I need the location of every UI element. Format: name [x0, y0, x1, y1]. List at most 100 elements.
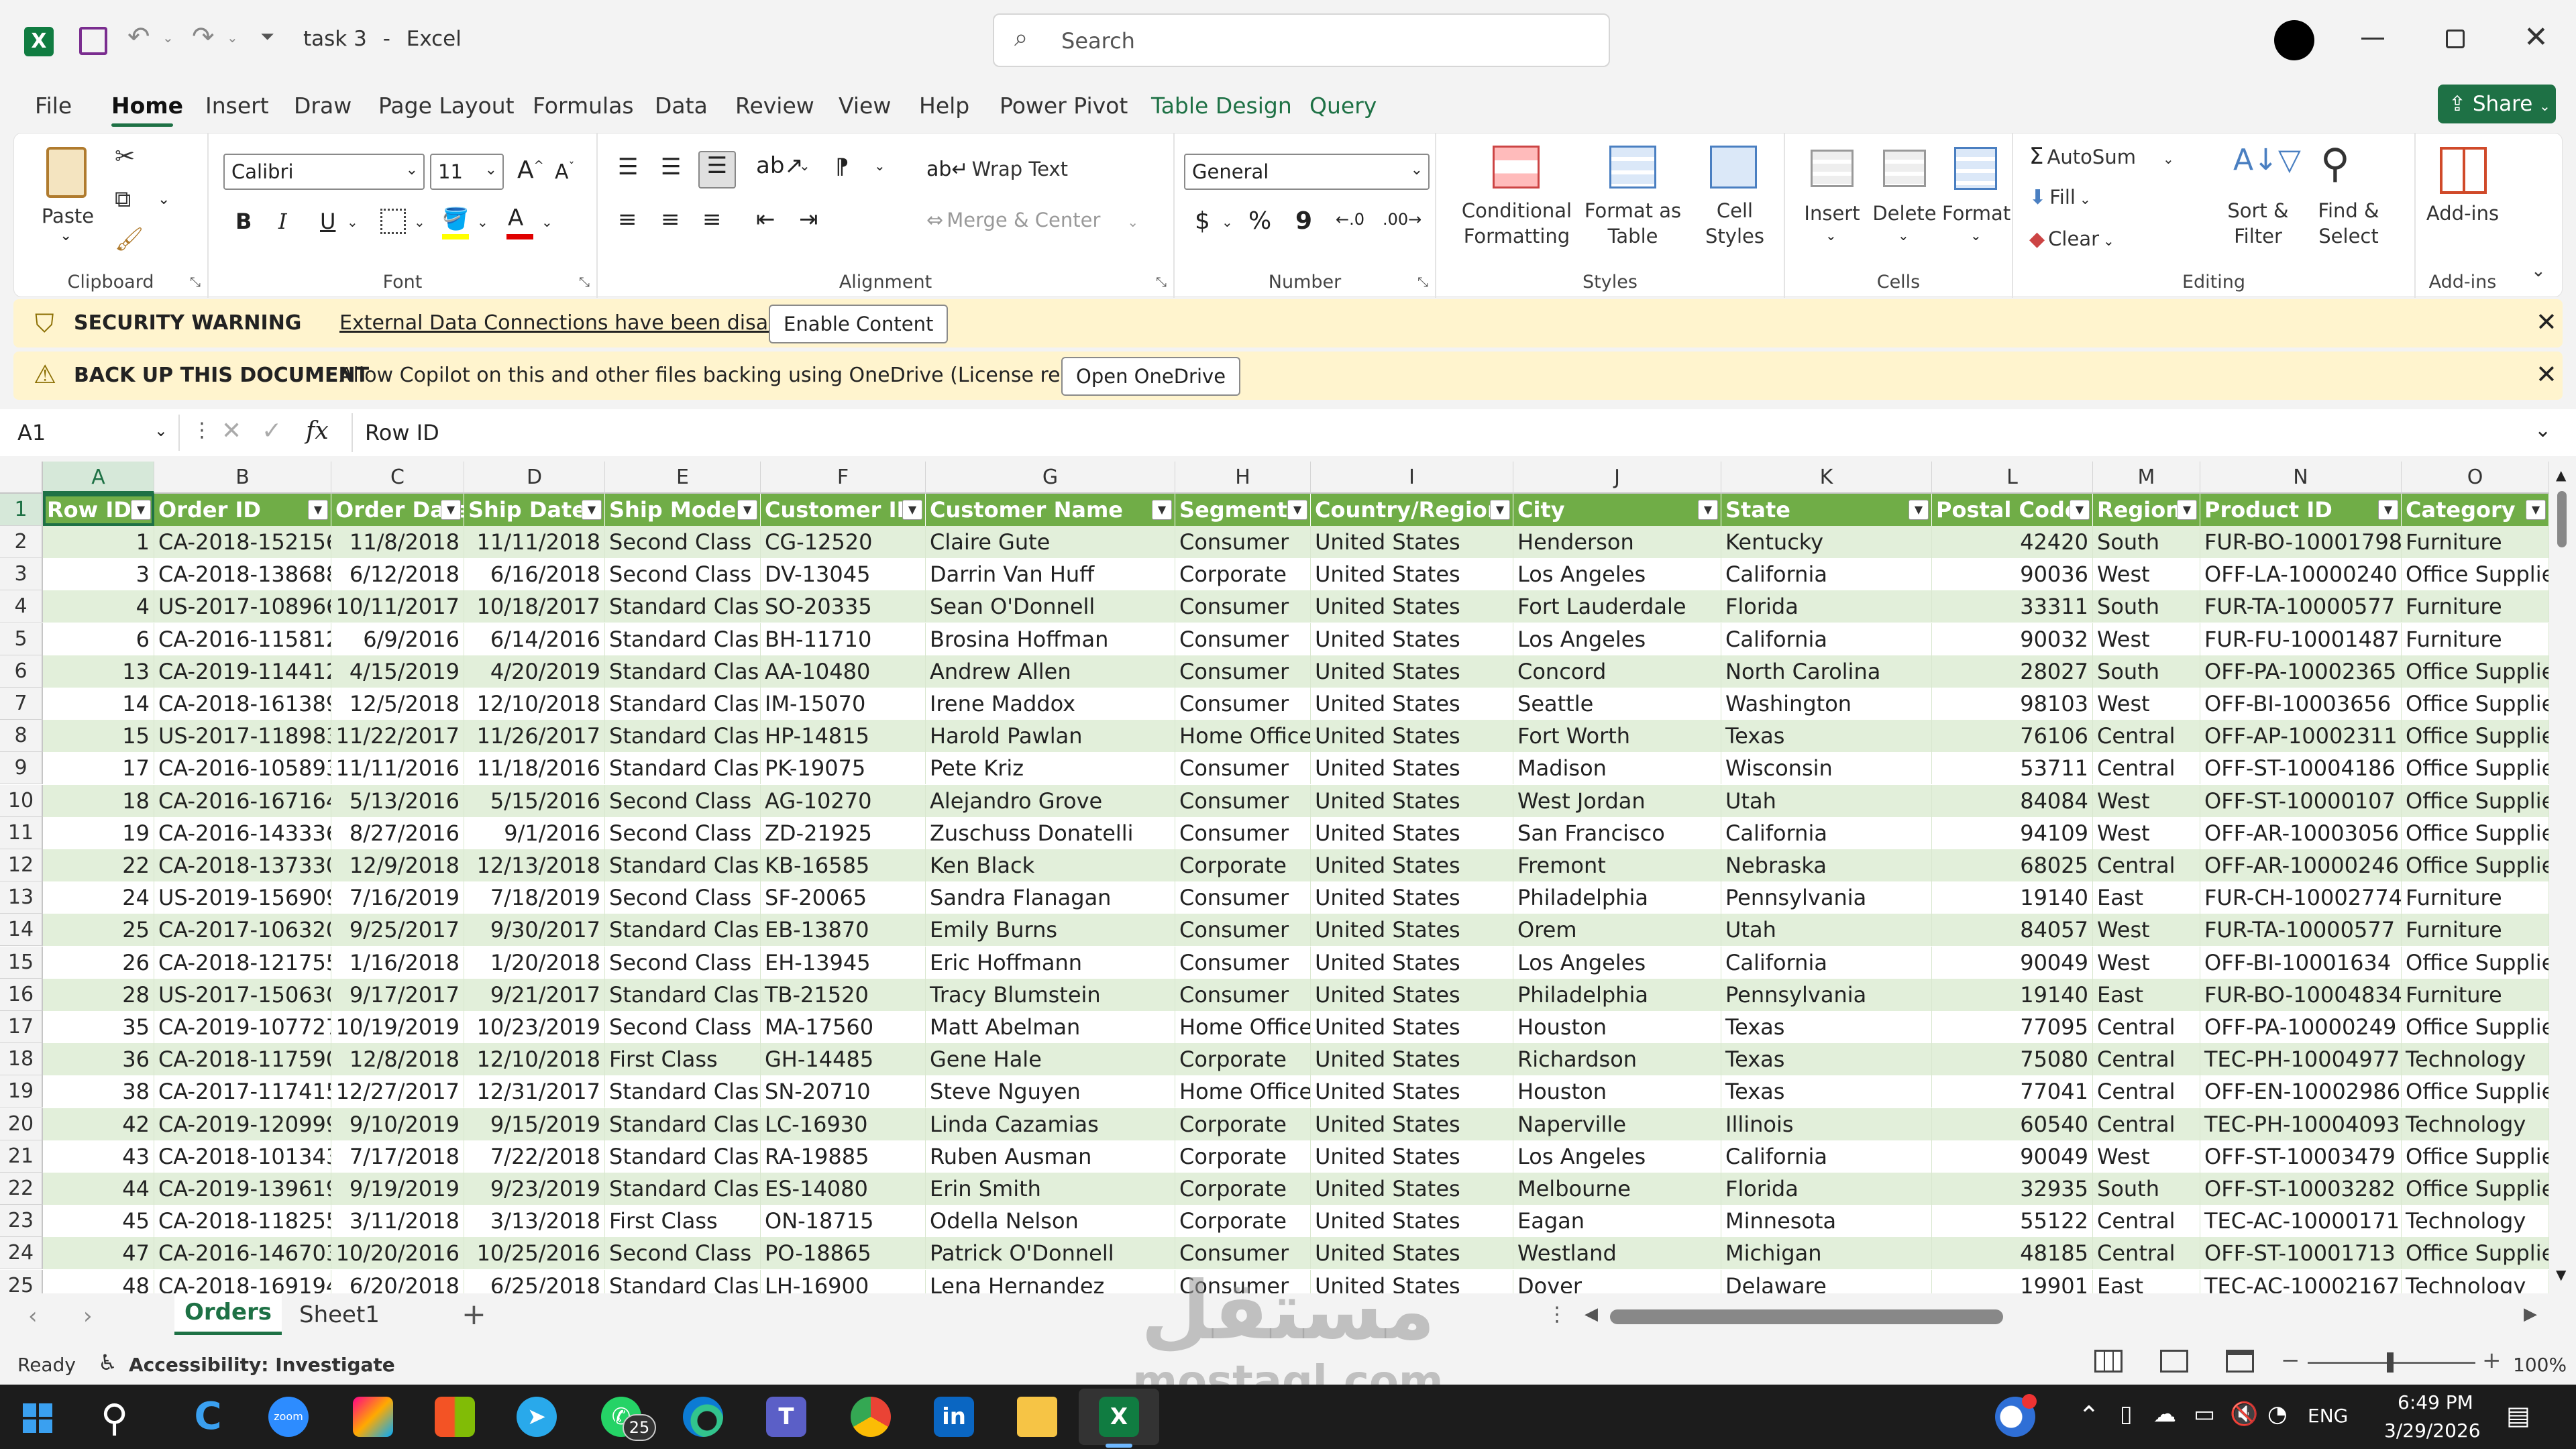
enable-content-button[interactable]: Enable Content [769, 305, 949, 343]
table-cell[interactable]: 60540 [1932, 1108, 2093, 1140]
insert-cells-label[interactable]: Insert [1799, 201, 1866, 226]
table-cell[interactable]: Pete Kriz [926, 752, 1175, 785]
row-number[interactable]: 19 [0, 1075, 43, 1108]
table-cell[interactable]: 3 [43, 558, 154, 591]
table-cell[interactable]: CA-2018-161389 [154, 688, 331, 720]
table-cell[interactable]: Philadelphia [1513, 881, 1721, 914]
table-cell[interactable]: Standard Class [605, 1108, 761, 1140]
linkedin-icon[interactable]: in [934, 1397, 974, 1437]
bold-button[interactable]: B [235, 209, 252, 234]
table-cell[interactable]: 5/15/2016 [464, 784, 605, 817]
table-cell[interactable]: Texas [1721, 1043, 1932, 1076]
table-cell[interactable]: CA-2019-120999 [154, 1108, 331, 1140]
table-cell[interactable]: 11/11/2016 [331, 752, 464, 785]
table-cell[interactable]: Consumer [1175, 914, 1311, 947]
currency-button[interactable]: $ [1195, 207, 1210, 235]
format-cells-label[interactable]: Format [1942, 201, 2010, 226]
table-cell[interactable]: Central [2093, 720, 2200, 753]
table-cell[interactable]: Standard Class [605, 623, 761, 655]
table-cell[interactable]: United States [1311, 1140, 1513, 1173]
table-cell[interactable]: Office Supplies [2402, 1011, 2549, 1043]
table-header-cell[interactable]: City ▼ [1513, 494, 1721, 526]
table-cell[interactable]: 48 [43, 1269, 154, 1293]
table-cell[interactable]: Standard Class [605, 1269, 761, 1293]
close-icon[interactable]: ✕ [2524, 20, 2548, 54]
table-cell[interactable]: 12/10/2018 [464, 1043, 605, 1076]
table-cell[interactable]: Second Class [605, 1237, 761, 1270]
zoom-icon[interactable]: zoom [268, 1397, 309, 1437]
table-cell[interactable]: 15 [43, 720, 154, 753]
format-painter-icon[interactable]: 🖌 [115, 226, 144, 253]
table-cell[interactable]: 9/17/2017 [331, 978, 464, 1011]
table-cell[interactable]: East [2093, 881, 2200, 914]
table-cell[interactable]: West [2093, 558, 2200, 591]
table-cell[interactable]: Houston [1513, 1011, 1721, 1043]
filter-dropdown-icon[interactable]: ▼ [902, 500, 922, 520]
grow-font-button[interactable]: A^ [517, 156, 544, 184]
table-cell[interactable]: Office Supplies [2402, 1173, 2549, 1205]
table-cell[interactable]: Consumer [1175, 590, 1311, 623]
table-cell[interactable]: Odella Nelson [926, 1205, 1175, 1238]
table-cell[interactable]: United States [1311, 752, 1513, 785]
table-cell[interactable]: United States [1311, 526, 1513, 558]
autosum-button[interactable]: Σ AutoSum ⌄ [2029, 143, 2174, 170]
table-cell[interactable]: Standard Class [605, 688, 761, 720]
table-cell[interactable]: Ken Black [926, 849, 1175, 881]
table-cell[interactable]: CA-2018-118255 [154, 1205, 331, 1238]
underline-button[interactable]: U [320, 209, 335, 234]
align-top-icon[interactable]: ☰ [618, 154, 638, 180]
delete-cells-icon[interactable] [1883, 150, 1926, 187]
align-center-icon[interactable]: ≡ [661, 206, 680, 233]
table-cell[interactable]: Standard Class [605, 590, 761, 623]
table-cell[interactable]: 7/17/2018 [331, 1140, 464, 1173]
row-number[interactable]: 17 [0, 1011, 43, 1043]
table-cell[interactable]: Standard Class [605, 1075, 761, 1108]
sort-filter-icon[interactable]: A↓▽ [2233, 143, 2301, 177]
table-cell[interactable]: 28 [43, 978, 154, 1011]
table-cell[interactable]: 3/11/2018 [331, 1205, 464, 1238]
table-cell[interactable]: OFF-EN-10002986 [2200, 1075, 2402, 1108]
table-cell[interactable]: BH-11710 [761, 623, 926, 655]
confirm-entry-icon[interactable]: ✓ [262, 417, 282, 445]
tab-page-layout[interactable]: Page Layout [378, 93, 515, 119]
table-cell[interactable]: OFF-PA-10002365 [2200, 655, 2402, 688]
table-cell[interactable]: Westland [1513, 1237, 1721, 1270]
column-header-k[interactable]: K [1721, 462, 1932, 494]
row-number[interactable]: 25 [0, 1269, 43, 1293]
table-cell[interactable]: Darrin Van Huff [926, 558, 1175, 591]
table-cell[interactable]: California [1721, 623, 1932, 655]
table-cell[interactable]: 32935 [1932, 1173, 2093, 1205]
table-cell[interactable]: CA-2017-117415 [154, 1075, 331, 1108]
table-cell[interactable]: United States [1311, 655, 1513, 688]
table-cell[interactable]: OFF-ST-10003479 [2200, 1140, 2402, 1173]
table-cell[interactable]: CA-2018-169194 [154, 1269, 331, 1293]
row-number[interactable]: 2 [0, 526, 43, 558]
table-cell[interactable]: CA-2018-152156 [154, 526, 331, 558]
table-cell[interactable]: PK-19075 [761, 752, 926, 785]
scroll-left-icon[interactable]: ◀ [1585, 1304, 1598, 1324]
undo-icon[interactable]: ↶ [127, 21, 150, 52]
table-cell[interactable]: Consumer [1175, 881, 1311, 914]
table-cell[interactable]: 55122 [1932, 1205, 2093, 1238]
percent-button[interactable]: % [1248, 207, 1271, 235]
table-cell[interactable]: Central [2093, 1043, 2200, 1076]
table-cell[interactable]: CA-2018-138688 [154, 558, 331, 591]
table-cell[interactable]: West [2093, 914, 2200, 947]
table-cell[interactable]: AA-10480 [761, 655, 926, 688]
table-header-cell[interactable]: Order Date ▼ [331, 494, 464, 526]
table-cell[interactable]: Irene Maddox [926, 688, 1175, 720]
table-cell[interactable]: Central [2093, 1108, 2200, 1140]
table-cell[interactable]: Furniture [2402, 914, 2549, 947]
column-header-j[interactable]: J [1513, 462, 1721, 494]
page-layout-view-icon[interactable] [2160, 1350, 2188, 1373]
italic-button[interactable]: I [278, 209, 287, 234]
table-cell[interactable]: United States [1311, 590, 1513, 623]
table-cell[interactable]: CA-2018-117590 [154, 1043, 331, 1076]
table-cell[interactable]: 9/25/2017 [331, 914, 464, 947]
table-cell[interactable]: CA-2016-105893 [154, 752, 331, 785]
table-cell[interactable]: West [2093, 688, 2200, 720]
table-cell[interactable]: United States [1311, 558, 1513, 591]
share-button[interactable]: ⇪ Share ⌄ [2438, 85, 2556, 123]
undo-dropdown-icon[interactable]: ⌄ [162, 30, 174, 46]
table-cell[interactable]: 1/20/2018 [464, 946, 605, 979]
